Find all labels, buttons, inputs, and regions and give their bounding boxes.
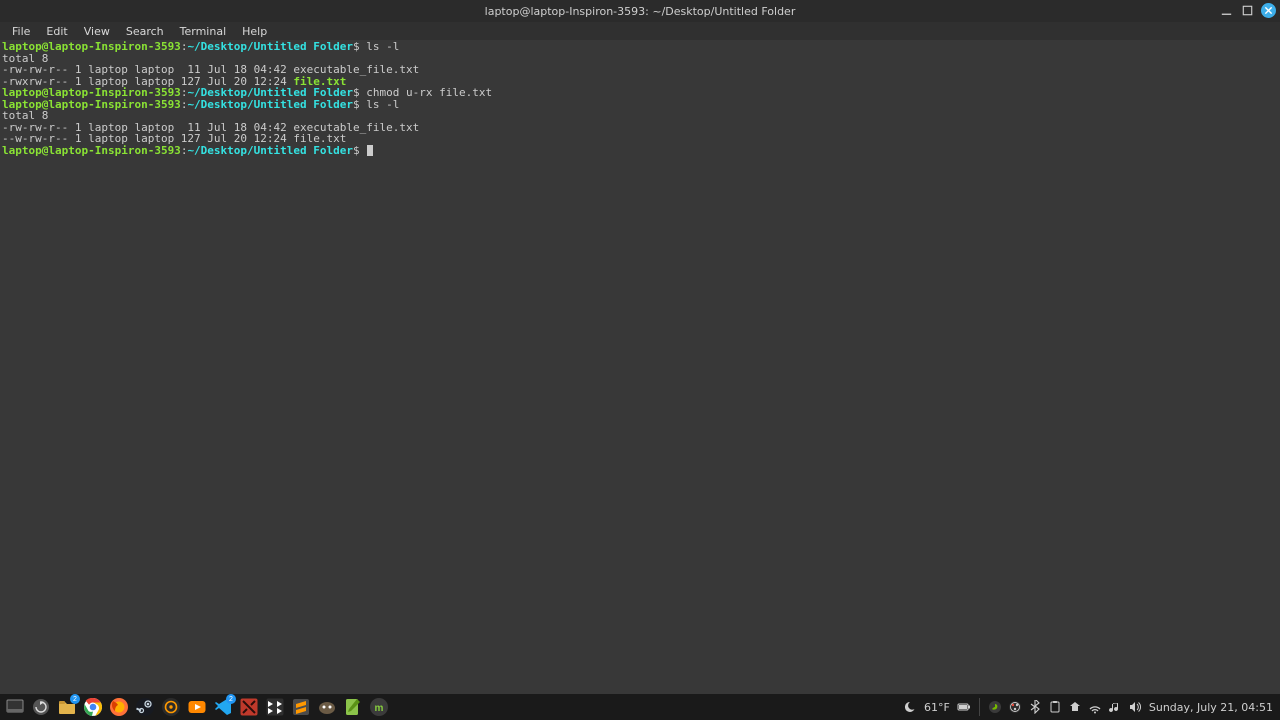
window-controls (1219, 3, 1276, 18)
vscode-icon[interactable]: 2 (212, 696, 234, 718)
taskbar-tray: 61°F Sunday, July 21, 04:51 (903, 694, 1274, 720)
weather-text[interactable]: 61°F (924, 701, 950, 714)
taskbar-launchers: 2 2 (4, 696, 390, 718)
menu-search[interactable]: Search (118, 23, 172, 40)
network-icon[interactable] (1088, 700, 1102, 714)
menu-edit[interactable]: Edit (38, 23, 75, 40)
menu-file[interactable]: File (4, 23, 38, 40)
show-desktop-icon[interactable] (4, 696, 26, 718)
weather-icon[interactable] (903, 700, 917, 714)
chrome-icon[interactable] (82, 696, 104, 718)
vscode-badge: 2 (226, 694, 236, 704)
terminal-line: laptop@laptop-Inspiron-3593:~/Desktop/Un… (2, 145, 1278, 157)
youtube-icon[interactable] (186, 696, 208, 718)
note-icon[interactable] (342, 696, 364, 718)
window-title: laptop@laptop-Inspiron-3593: ~/Desktop/U… (0, 5, 1280, 18)
terminal-line: laptop@laptop-Inspiron-3593:~/Desktop/Un… (2, 99, 1278, 111)
maximize-button[interactable] (1240, 3, 1255, 18)
clipboard-icon[interactable] (1048, 700, 1062, 714)
minimize-button[interactable] (1219, 3, 1234, 18)
menubar: File Edit View Search Terminal Help (0, 22, 1280, 40)
restore-session-icon[interactable] (30, 696, 52, 718)
battery-icon[interactable] (957, 700, 971, 714)
menu-view[interactable]: View (76, 23, 118, 40)
music-icon[interactable] (1108, 700, 1122, 714)
dota-icon[interactable] (238, 696, 260, 718)
menu-terminal[interactable]: Terminal (172, 23, 235, 40)
terminal-output[interactable]: laptop@laptop-Inspiron-3593:~/Desktop/Un… (0, 40, 1280, 694)
updates-icon[interactable] (1068, 700, 1082, 714)
files-icon[interactable]: 2 (56, 696, 78, 718)
bluetooth-icon[interactable] (1028, 700, 1042, 714)
datetime-text[interactable]: Sunday, July 21, 04:51 (1149, 701, 1273, 714)
files-badge: 2 (70, 694, 80, 704)
tray-separator (979, 698, 980, 716)
steam-icon[interactable] (134, 696, 156, 718)
taskbar: 2 2 (0, 694, 1280, 720)
window-titlebar: laptop@laptop-Inspiron-3593: ~/Desktop/U… (0, 0, 1280, 22)
nvidia-icon[interactable] (988, 700, 1002, 714)
sublime-icon[interactable] (290, 696, 312, 718)
lutris-icon[interactable] (160, 696, 182, 718)
obs-icon[interactable] (1008, 700, 1022, 714)
volume-icon[interactable] (1128, 700, 1142, 714)
mint-menu-icon[interactable]: m (368, 696, 390, 718)
firefox-icon[interactable] (108, 696, 130, 718)
svg-text:m: m (375, 703, 384, 714)
close-button[interactable] (1261, 3, 1276, 18)
kdenlive-icon[interactable] (264, 696, 286, 718)
menu-help[interactable]: Help (234, 23, 275, 40)
terminal-line: laptop@laptop-Inspiron-3593:~/Desktop/Un… (2, 41, 1278, 53)
gimp-icon[interactable] (316, 696, 338, 718)
